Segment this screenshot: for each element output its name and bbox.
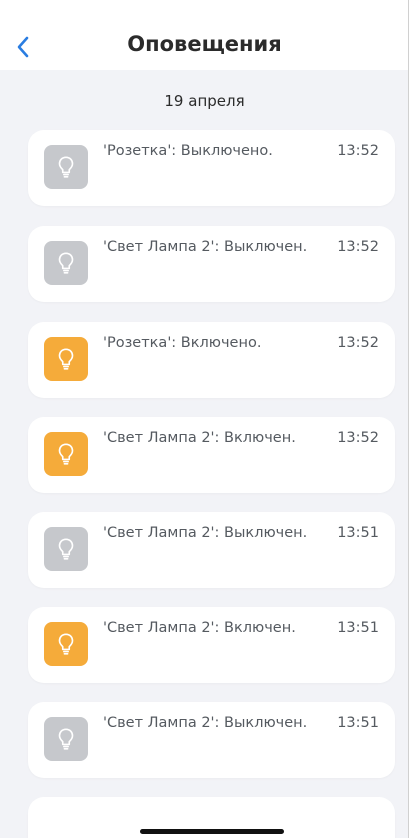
notification-message: 'Свет Лампа 2': Включен. <box>103 430 296 446</box>
date-header: 19 апреля <box>164 92 245 110</box>
lightbulb-icon <box>44 527 88 571</box>
notification-card[interactable]: 'Розетка': Включено. 13:52 <box>28 322 395 398</box>
home-indicator[interactable] <box>140 829 284 834</box>
notification-message: 'Розетка': Выключено. <box>103 143 273 159</box>
notification-card[interactable]: 'Свет Лампа 2': Включен. 13:51 <box>28 607 395 683</box>
notification-card[interactable]: 'Свет Лампа 2': Выключен. 13:51 <box>28 512 395 588</box>
lightbulb-icon <box>44 622 88 666</box>
notification-message: 'Свет Лампа 2': Включен. <box>103 620 296 636</box>
lightbulb-icon <box>44 432 88 476</box>
notification-time: 13:52 <box>337 335 379 351</box>
notification-message: 'Розетка': Включено. <box>103 335 262 351</box>
notification-time: 13:52 <box>337 430 379 446</box>
page-title: Оповещения <box>127 32 282 56</box>
header: Оповещения <box>0 0 409 70</box>
notification-time: 13:51 <box>337 715 379 731</box>
notification-message: 'Свет Лампа 2': Выключен. <box>103 239 308 255</box>
notification-card[interactable]: 'Розетка': Выключено. 13:52 <box>28 130 395 206</box>
notification-time: 13:51 <box>337 620 379 636</box>
notification-card[interactable]: 'Свет Лампа 2': Выключен. 13:52 <box>28 226 395 302</box>
notifications-screen: Оповещения 19 апреля 'Розетка': Выключен… <box>0 0 409 838</box>
lightbulb-icon <box>44 145 88 189</box>
notification-time: 13:51 <box>337 525 379 541</box>
notification-time: 13:52 <box>337 143 379 159</box>
lightbulb-icon <box>44 717 88 761</box>
notification-message: 'Свет Лампа 2': Выключен. <box>103 525 308 541</box>
notification-card[interactable]: 'Свет Лампа 2': Включен. 13:52 <box>28 417 395 493</box>
lightbulb-icon <box>44 337 88 381</box>
notification-card[interactable]: 'Свет Лампа 2': Выключен. 13:51 <box>28 702 395 778</box>
notification-time: 13:52 <box>337 239 379 255</box>
lightbulb-icon <box>44 241 88 285</box>
notification-message: 'Свет Лампа 2': Выключен. <box>103 715 308 731</box>
